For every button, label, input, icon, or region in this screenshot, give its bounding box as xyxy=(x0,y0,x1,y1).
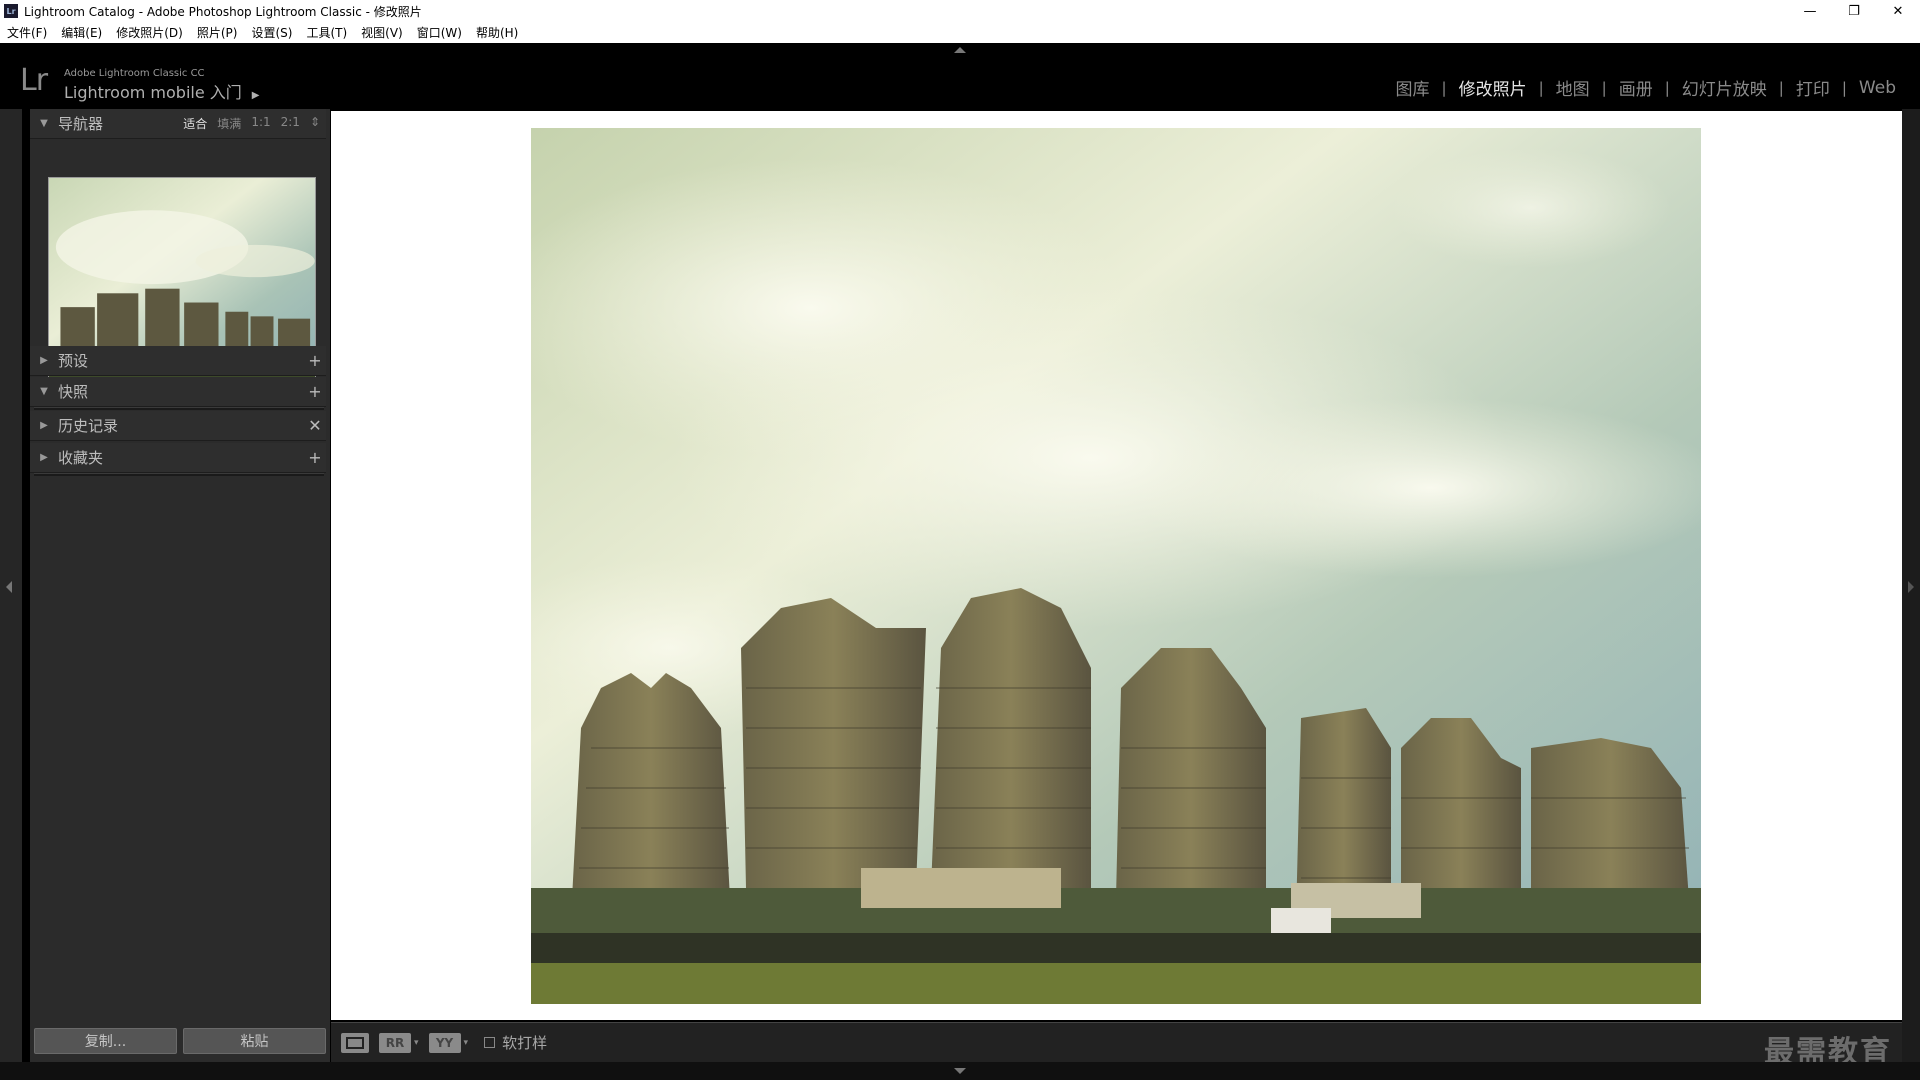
copy-paste-buttons: 复制... 粘贴 xyxy=(34,1028,326,1054)
module-develop[interactable]: 修改照片 xyxy=(1447,75,1539,100)
cityscape-photo xyxy=(531,128,1701,1004)
develop-toolbar: RR ▾ YY ▾ 软打样 最需教育 xyxy=(331,1022,1902,1070)
lightroom-app-icon: Lr xyxy=(4,4,18,18)
menu-develop[interactable]: 修改照片(D) xyxy=(109,24,190,41)
add-preset-icon[interactable]: + xyxy=(304,351,326,370)
menu-tools[interactable]: 工具(T) xyxy=(299,24,354,41)
right-panel-collapse-strip[interactable] xyxy=(1902,109,1920,1070)
module-map[interactable]: 地图 xyxy=(1544,75,1602,100)
panel-separator xyxy=(34,473,324,476)
restore-button[interactable]: ❐ xyxy=(1832,0,1876,22)
lr-logo: Lr xyxy=(20,63,48,98)
soft-proofing-label: 软打样 xyxy=(502,1034,548,1052)
product-name: Adobe Lightroom Classic CC xyxy=(64,68,205,79)
collapse-triangle-icon: ▶ xyxy=(40,452,48,463)
panel-separator xyxy=(34,407,324,410)
module-book[interactable]: 画册 xyxy=(1607,75,1665,100)
lightroom-mobile-link[interactable]: Lightroom mobile 入门 ▶ xyxy=(64,79,259,103)
collapse-triangle-icon: ▶ xyxy=(40,355,48,366)
menu-window[interactable]: 窗口(W) xyxy=(410,24,469,41)
before-after-swap-button[interactable]: YY xyxy=(428,1032,461,1053)
menu-photo[interactable]: 照片(P) xyxy=(190,24,245,41)
window-controls: — ❐ ✕ xyxy=(1788,0,1920,22)
lightroom-mobile-label: Lightroom mobile 入门 xyxy=(64,83,242,102)
soft-proofing-toggle[interactable]: 软打样 xyxy=(484,1032,547,1053)
collapse-triangle-icon: ▶ xyxy=(40,420,48,431)
menu-settings[interactable]: 设置(S) xyxy=(244,24,299,41)
collapse-left-panel-icon[interactable] xyxy=(6,581,12,593)
module-slideshow[interactable]: 幻灯片放映 xyxy=(1670,75,1779,100)
collections-header[interactable]: ▶ 收藏夹 + xyxy=(30,443,326,473)
zoom-fit[interactable]: 适合 xyxy=(183,115,207,132)
module-library[interactable]: 图库 xyxy=(1384,75,1442,100)
navigator-header[interactable]: ▼ 导航器 适合 填满 1:1 2:1 ⇕ xyxy=(30,109,326,139)
snapshots-header[interactable]: ▼ 快照 + xyxy=(30,377,326,407)
minimize-button[interactable]: — xyxy=(1788,0,1832,22)
loupe-view-icon xyxy=(346,1036,364,1049)
before-after-button[interactable]: RR xyxy=(379,1032,411,1053)
zoom-options: 适合 填满 1:1 2:1 ⇕ xyxy=(183,115,320,132)
main-photo[interactable] xyxy=(531,128,1701,1004)
add-collection-icon[interactable]: + xyxy=(304,448,326,467)
filmstrip-collapse-strip[interactable] xyxy=(0,1062,1920,1080)
close-button[interactable]: ✕ xyxy=(1876,0,1920,22)
zoom-1-1[interactable]: 1:1 xyxy=(251,115,270,132)
module-web[interactable]: Web xyxy=(1847,78,1908,98)
history-title: 历史记录 xyxy=(58,417,119,435)
photo-canvas[interactable] xyxy=(331,111,1902,1020)
presets-header[interactable]: ▶ 预设 + xyxy=(30,346,326,376)
menu-help[interactable]: 帮助(H) xyxy=(469,24,525,41)
expand-filmstrip-icon[interactable] xyxy=(954,1068,966,1074)
soft-proofing-checkbox[interactable] xyxy=(484,1037,496,1048)
navigator-title: 导航器 xyxy=(58,115,104,133)
swap-dropdown-icon[interactable]: ▾ xyxy=(464,1038,469,1048)
collections-title: 收藏夹 xyxy=(58,449,104,467)
play-arrow-icon: ▶ xyxy=(251,90,260,101)
zoom-stepper-icon[interactable]: ⇕ xyxy=(310,115,320,132)
expand-triangle-icon: ▼ xyxy=(40,386,48,397)
paste-settings-button[interactable]: 粘贴 xyxy=(183,1028,326,1054)
clear-history-icon[interactable]: ✕ xyxy=(304,416,326,435)
history-header[interactable]: ▶ 历史记录 ✕ xyxy=(30,411,326,441)
zoom-2-1[interactable]: 2:1 xyxy=(281,115,300,132)
presets-title: 预设 xyxy=(58,352,89,370)
zoom-fill[interactable]: 填满 xyxy=(217,115,241,132)
window-title-bar: Lr Lightroom Catalog - Adobe Photoshop L… xyxy=(0,0,1920,22)
menu-bar: 文件(F) 编辑(E) 修改照片(D) 照片(P) 设置(S) 工具(T) 视图… xyxy=(0,22,1920,43)
module-print[interactable]: 打印 xyxy=(1784,75,1842,100)
expand-right-panel-icon[interactable] xyxy=(1908,581,1914,593)
left-panel: ▼ 导航器 适合 填满 1:1 2:1 ⇕ ▶ 预设 + ▼ 快照 + ▶ 历史… xyxy=(30,109,330,1070)
add-snapshot-icon[interactable]: + xyxy=(304,382,326,401)
copy-settings-button[interactable]: 复制... xyxy=(34,1028,177,1054)
menu-edit[interactable]: 编辑(E) xyxy=(54,24,109,41)
loupe-view-button[interactable] xyxy=(341,1032,369,1053)
module-picker: 图库 | 修改照片 | 地图 | 画册 | 幻灯片放映 | 打印 | Web xyxy=(1384,75,1908,101)
window-title: Lightroom Catalog - Adobe Photoshop Ligh… xyxy=(24,4,422,19)
collapse-top-panel-icon[interactable] xyxy=(954,47,966,53)
menu-view[interactable]: 视图(V) xyxy=(354,24,410,41)
snapshots-title: 快照 xyxy=(58,383,89,401)
before-after-dropdown-icon[interactable]: ▾ xyxy=(414,1038,419,1048)
expand-triangle-icon: ▼ xyxy=(40,118,48,129)
identity-plate-bar: Lr Adobe Lightroom Classic CC Lightroom … xyxy=(0,43,1920,109)
left-panel-collapse-strip[interactable] xyxy=(0,109,22,1070)
menu-file[interactable]: 文件(F) xyxy=(0,24,54,41)
